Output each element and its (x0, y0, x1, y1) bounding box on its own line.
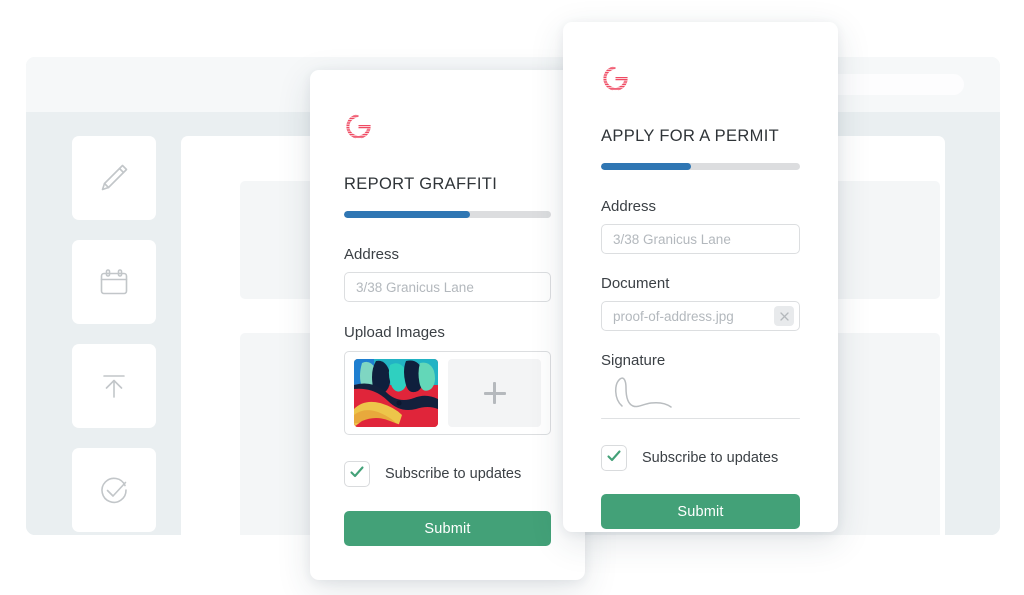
brand-logo (601, 64, 800, 93)
progress-bar (601, 163, 800, 170)
upload-images-box[interactable] (344, 351, 551, 435)
subscribe-row[interactable]: Subscribe to updates (601, 445, 800, 471)
upload-icon (92, 364, 136, 408)
address-placeholder: 3/38 Granicus Lane (613, 231, 731, 247)
sidebar-item-calendar[interactable] (72, 240, 156, 324)
screenshot-stage: REPORT GRAFFITI Address 3/38 Granicus La… (0, 0, 1024, 595)
address-input[interactable]: 3/38 Granicus Lane (601, 224, 800, 254)
page-title: APPLY FOR A PERMIT (601, 127, 780, 145)
document-placeholder: proof-of-address.jpg (613, 308, 734, 324)
brand-logo (344, 112, 551, 141)
progress-fill (601, 163, 691, 170)
checkmark-icon (606, 448, 622, 469)
progress-fill (344, 211, 471, 218)
sidebar-item-complete[interactable] (72, 448, 156, 532)
submit-button[interactable]: Submit (601, 494, 800, 529)
progress-bar (344, 211, 551, 218)
signature-underline (601, 417, 800, 419)
pencil-icon (92, 156, 136, 200)
subscribe-checkbox[interactable] (601, 445, 627, 471)
address-input[interactable]: 3/38 Granicus Lane (344, 272, 551, 302)
sidebar-item-upload[interactable] (72, 344, 156, 428)
page-title: REPORT GRAFFITI (344, 175, 498, 193)
plus-icon (483, 382, 506, 404)
signature-pad[interactable] (601, 373, 800, 419)
address-placeholder: 3/38 Granicus Lane (356, 279, 474, 295)
sidebar-rail (72, 136, 156, 532)
signature-label: Signature (601, 352, 666, 369)
subscribe-label: Subscribe to updates (642, 450, 779, 466)
clear-document-button[interactable] (774, 306, 794, 326)
uploaded-image-thumbnail[interactable] (354, 359, 438, 427)
address-label: Address (344, 246, 400, 263)
subscribe-checkbox[interactable] (344, 461, 370, 487)
document-input[interactable]: proof-of-address.jpg (601, 301, 800, 331)
document-label: Document (601, 275, 670, 292)
subscribe-label: Subscribe to updates (385, 466, 522, 482)
add-image-button[interactable] (448, 359, 541, 427)
submit-button[interactable]: Submit (344, 511, 551, 546)
sidebar-item-report[interactable] (72, 136, 156, 220)
checkmark-icon (349, 464, 365, 485)
apply-permit-card: APPLY FOR A PERMIT Address 3/38 Granicus… (563, 22, 838, 532)
report-graffiti-card: REPORT GRAFFITI Address 3/38 Granicus La… (310, 70, 585, 580)
upload-images-label: Upload Images (344, 324, 445, 341)
check-circle-icon (92, 468, 136, 512)
calendar-icon (92, 260, 136, 304)
address-label: Address (601, 198, 657, 215)
subscribe-row[interactable]: Subscribe to updates (344, 461, 551, 487)
